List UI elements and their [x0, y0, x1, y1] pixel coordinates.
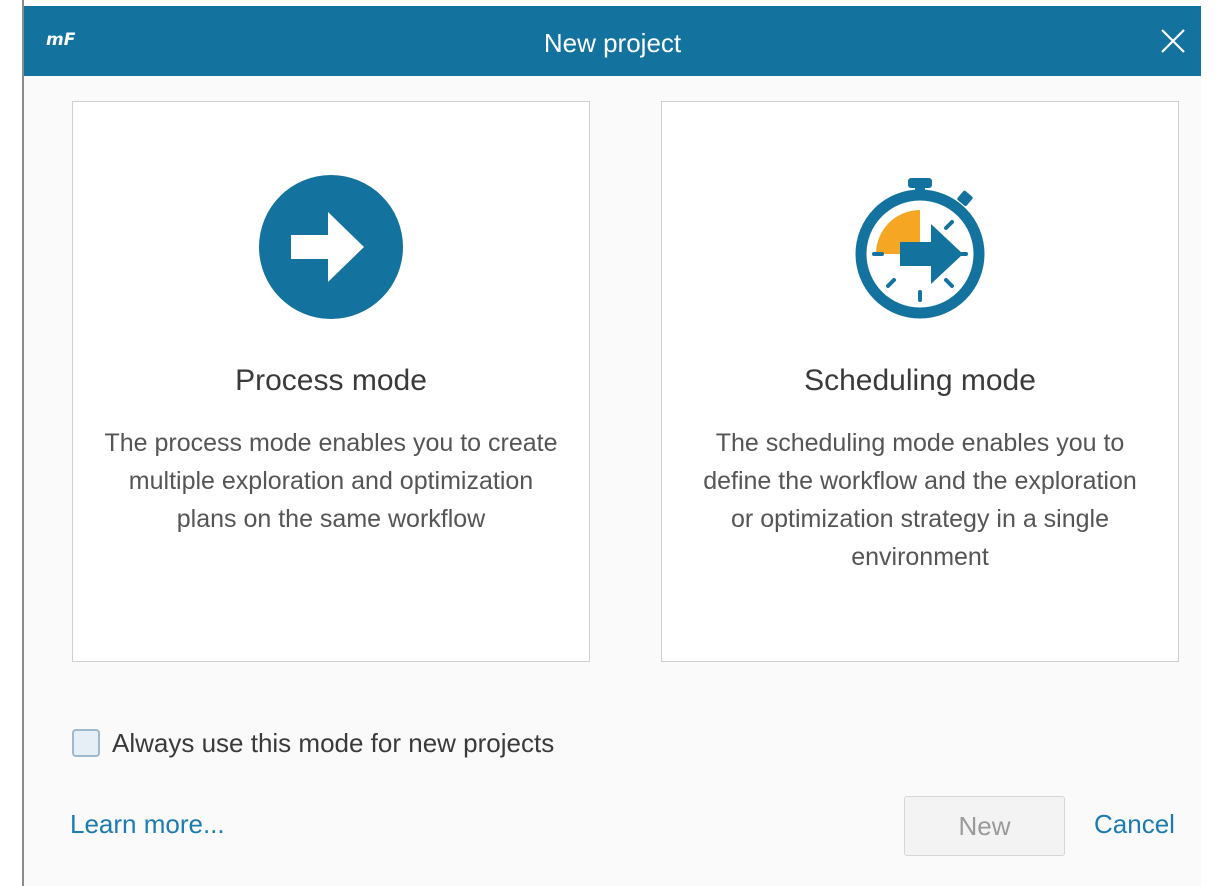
process-mode-card[interactable]: Process mode The process mode enables yo…: [72, 101, 590, 662]
always-use-mode-checkbox[interactable]: [72, 729, 100, 757]
process-mode-description: The process mode enables you to create m…: [104, 429, 558, 533]
learn-more-link[interactable]: Learn more...: [70, 809, 225, 840]
scheduling-mode-description: The scheduling mode enables you to defin…: [703, 429, 1137, 571]
stopwatch-arrow-icon: [855, 178, 985, 319]
arrow-circle-icon: [259, 175, 403, 319]
close-icon: [1161, 29, 1185, 53]
dialog-title: New project: [543, 28, 682, 58]
close-button[interactable]: [1155, 23, 1191, 59]
new-button[interactable]: New: [904, 796, 1065, 856]
cancel-button[interactable]: Cancel: [1094, 809, 1175, 840]
scheduling-mode-title: Scheduling mode: [804, 364, 1036, 397]
process-mode-title: Process mode: [235, 364, 427, 397]
title-bar: mF New project: [24, 6, 1201, 76]
always-use-mode-label: Always use this mode for new projects: [112, 727, 555, 758]
always-use-mode-option[interactable]: Always use this mode for new projects: [72, 727, 554, 759]
scheduling-mode-card[interactable]: Scheduling mode The scheduling mode enab…: [661, 101, 1179, 662]
new-project-dialog: mF New project Process mode The process …: [24, 6, 1201, 886]
